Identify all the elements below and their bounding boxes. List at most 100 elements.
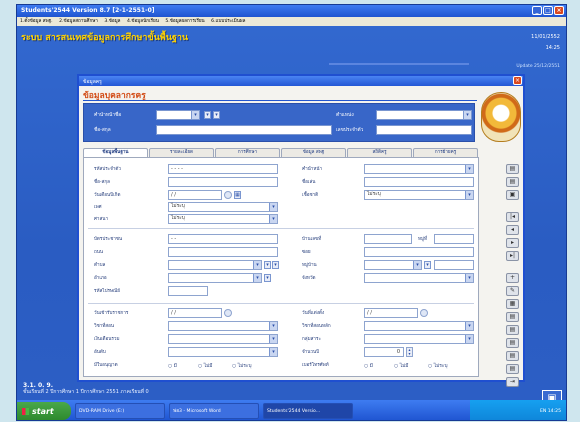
years-stepper[interactable]: ▴ ▾ [406,347,413,357]
title-select[interactable]: ▾ [364,164,474,174]
prefix-select[interactable]: ▾ [156,110,200,120]
teacher-id-input[interactable] [376,125,472,135]
dropdown-icon[interactable]: ▾ [264,274,271,282]
name-label: ชื่อ-สกุล [94,180,110,185]
tab-bar: ข้อมูลพื้นฐาน รายละเอียด การศึกษา ข้อมูล… [83,148,479,158]
prev-record-icon[interactable]: ◂ [506,225,519,235]
menu-item[interactable]: 3.ข้อมูล [104,19,120,24]
edit-icon[interactable]: ✎ [506,286,519,296]
id-label: รหัสประจำตัว [94,167,121,172]
status-line2: ชั้นเรียนที่ 2 ปีการศึกษา 1 ปีการศึกษา 2… [23,389,149,395]
license-yes-radio[interactable]: ○ มี [168,362,177,370]
soi-input[interactable] [364,247,474,257]
add-icon[interactable]: + [506,273,519,283]
birth-label: วันเดือนปีเกิด [94,193,121,198]
license-unknown-radio[interactable]: ○ ไม่ระบุ [232,362,252,370]
position-select[interactable]: ▾ [376,110,472,120]
calendar-icon[interactable] [224,191,232,199]
tab-transfer[interactable]: การย้ายครู [413,148,478,157]
window-titlebar[interactable]: Students'2544 Version 8.7 [2-1-2551-0] _… [17,5,566,17]
id-input[interactable]: - - - - [168,164,278,174]
save-icon[interactable]: ▦ [506,299,519,309]
prefix-down-icon[interactable]: ▾ [204,111,211,119]
fullname-input[interactable] [168,177,278,187]
print-icon[interactable]: ▤ [506,164,519,174]
postcode-input[interactable] [168,286,208,296]
minimize-button[interactable]: _ [532,6,542,15]
salary-select[interactable]: ▾ [168,334,278,344]
postcode-label: รหัสไปรษณีย์ [94,289,120,294]
radio-label: มี [173,364,177,369]
dropdown-icon[interactable]: ▾ [424,261,431,269]
subdistrict-select[interactable]: ▾ [168,260,262,270]
dialog-close-icon[interactable]: × [513,76,522,85]
maximize-button[interactable]: □ [543,6,553,15]
license-no-radio[interactable]: ○ ไม่มี [198,362,212,370]
district-select[interactable]: ▾ [168,273,262,283]
birth-input[interactable]: / / [168,190,222,200]
nickname-input[interactable] [364,177,474,187]
phone-no-radio[interactable]: ○ ไม่มี [394,362,408,370]
tab-education[interactable]: การศึกษา [215,148,280,157]
print-icon[interactable]: ▤ [506,312,519,322]
subject-select[interactable]: ▾ [168,321,278,331]
print-icon[interactable]: ▤ [506,364,519,374]
village-extra-input[interactable] [434,260,474,270]
teach-select[interactable]: ▾ [364,321,474,331]
start-button[interactable]: start [17,402,71,420]
tab-detail[interactable]: รายละเอียด [149,148,214,157]
moo-input[interactable] [434,234,474,244]
status-area: 3.1. 0. 9. ชั้นเรียนที่ 2 ปีการศึกษา 1 ป… [23,382,149,396]
work-label: กลุ่มสาระ [302,337,321,342]
taskbar-item[interactable]: DVD-RAM Drive (E:) [75,403,165,419]
close-button[interactable]: × [554,6,564,15]
print-icon[interactable]: ▤ [506,325,519,335]
work-select[interactable]: ▾ [364,334,474,344]
dropdown-icon[interactable]: ▾ [272,261,279,269]
religion-select[interactable]: ไม่ระบุ ▾ [168,214,278,224]
years-input[interactable]: 0 [364,347,404,357]
menu-bar: 1.ตั้งข้อมูล สพฐ. 2.ข้อมูลสถานศึกษา 3.ข้… [17,17,566,26]
province-select[interactable]: ▾ [364,273,474,283]
race-select[interactable]: ไม่ระบุ ▾ [364,190,474,200]
menu-item[interactable]: 5.ข้อมูลผลการเรียน [165,19,204,24]
tab-stats[interactable]: สถิติครู [347,148,412,157]
name-input[interactable] [156,125,332,135]
radio-label: มี [369,364,373,369]
card-input[interactable]: - - [168,234,278,244]
report-icon[interactable]: ▣ [506,190,519,200]
prefix-down-icon[interactable]: ▾ [213,111,220,119]
gender-select[interactable]: ไม่ระบุ ▾ [168,202,278,212]
exit-icon[interactable]: ⇥ [506,377,519,387]
calendar-icon[interactable] [420,309,428,317]
last-record-icon[interactable]: ▸| [506,251,519,261]
dropdown-icon[interactable]: ▾ [264,261,271,269]
menu-item[interactable]: 6.แบบประเมินผล [211,19,245,24]
menu-item[interactable]: 2.ข้อมูลสถานศึกษา [59,19,98,24]
dialog-titlebar[interactable]: ข้อมูลครู × [79,76,523,86]
soi-label: ซอย [302,250,311,255]
village-select[interactable]: ▾ [364,260,422,270]
taskbar-item[interactable]: ฟอ3 - Microsoft Word [169,403,259,419]
houseno-input[interactable] [364,234,412,244]
menu-item[interactable]: 4.ข้อมูลนักเรียน [127,19,159,24]
dialog-toolbar: ▤ ▤ ▣ |◂ ◂ ▸ ▸| + ✎ ▦ ▤ ▤ ▤ ▤ ▤ ⇥ [506,164,520,387]
next-record-icon[interactable]: ▸ [506,238,519,248]
picker-icon[interactable]: ▦ [234,191,241,199]
name-label: ชื่อ-สกุล [94,128,111,133]
road-input[interactable] [168,247,278,257]
print-icon[interactable]: ▤ [506,177,519,187]
print-icon[interactable]: ▤ [506,351,519,361]
first-record-icon[interactable]: |◂ [506,212,519,222]
phone-yes-radio[interactable]: ○ มี [364,362,373,370]
appoint-input[interactable]: / / [364,308,418,318]
date-text: 11/01/2552 [531,34,560,40]
print-icon[interactable]: ▤ [506,338,519,348]
calendar-icon[interactable] [224,309,232,317]
tab-obec[interactable]: ข้อมูล สพฐ [281,148,346,157]
level-select[interactable]: ▾ [168,347,278,357]
start-input[interactable]: / / [168,308,222,318]
menu-item[interactable]: 1.ตั้งข้อมูล สพฐ. [20,19,53,24]
taskbar-item[interactable]: Students'2544 Versio... [263,403,353,419]
phone-unknown-radio[interactable]: ○ ไม่ระบุ [428,362,448,370]
